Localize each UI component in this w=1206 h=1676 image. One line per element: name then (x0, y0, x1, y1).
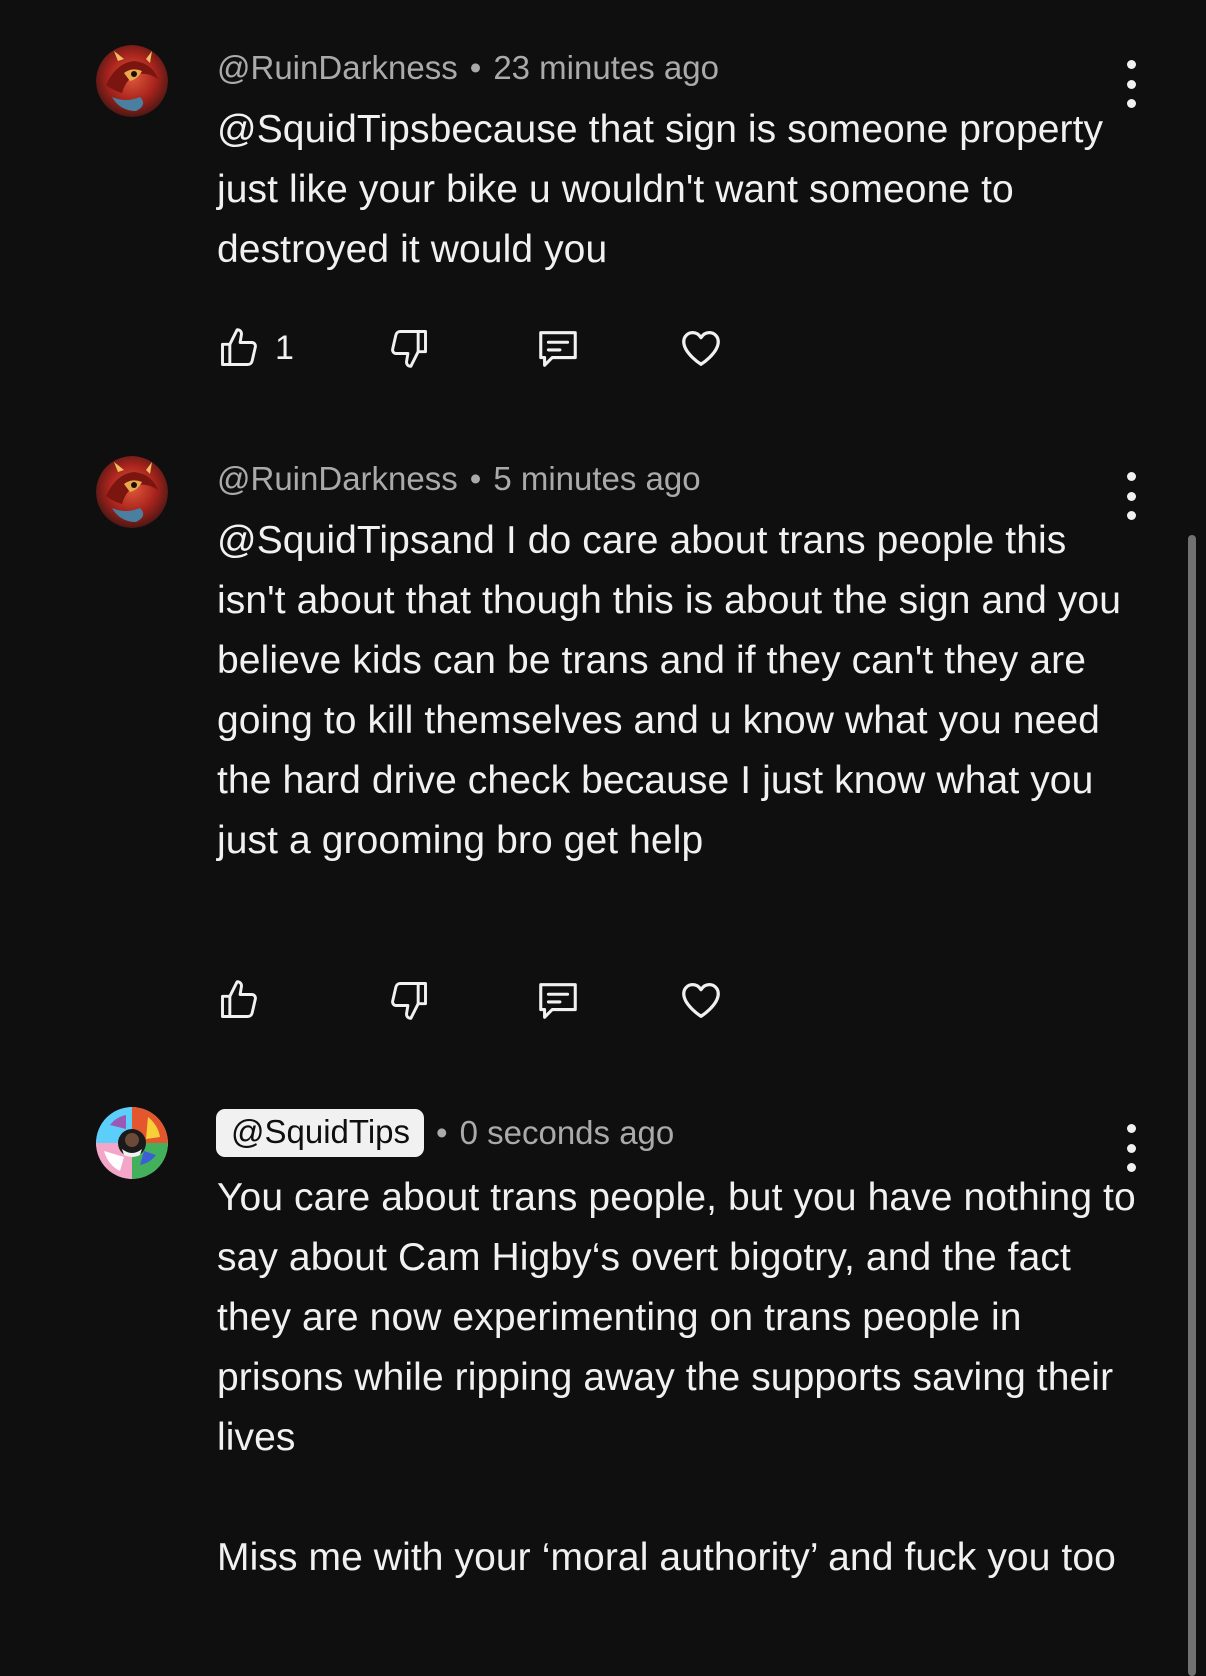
heart-icon (682, 331, 720, 366)
thumbs-down-icon (391, 982, 427, 1020)
heart-icon (682, 983, 720, 1018)
comment-text: @SquidTipsand I do care about trans peop… (217, 519, 1132, 862)
heart-button[interactable] (678, 320, 724, 376)
comment-actions (217, 972, 777, 1028)
reply-button[interactable] (535, 972, 581, 1028)
like-button[interactable] (217, 972, 275, 1028)
reply-button[interactable] (535, 320, 581, 376)
more-dot (1126, 1143, 1136, 1153)
comment-author-highlighted[interactable]: @SquidTips (216, 1109, 425, 1157)
avatar[interactable] (96, 45, 168, 117)
thumbs-down-icon (391, 330, 427, 368)
reply-icon (539, 983, 577, 1019)
dragon-avatar-icon (96, 45, 168, 117)
comment-author[interactable]: @RuinDarkness (217, 49, 458, 87)
comment-timestamp[interactable]: 23 minutes ago (493, 49, 719, 87)
meta-separator: • (469, 460, 482, 497)
more-dot (1126, 79, 1136, 89)
comment-meta: @RuinDarkness • 23 minutes ago (217, 48, 719, 88)
thumbs-up-icon (221, 328, 257, 366)
like-count: 1 (275, 328, 294, 367)
thumbs-up-icon (221, 980, 257, 1018)
avatar[interactable] (96, 456, 168, 528)
meta-separator: • (436, 1114, 448, 1151)
comment-meta: @RuinDarkness • 5 minutes ago (217, 459, 701, 499)
comment-author[interactable]: @RuinDarkness (217, 460, 458, 498)
comment-meta: @SquidTips • 0 seconds ago (216, 1109, 675, 1157)
dragon-avatar-icon (96, 456, 168, 528)
comment-timestamp[interactable]: 5 minutes ago (493, 460, 700, 498)
more-vertical-icon (1126, 1124, 1136, 1133)
dislike-button[interactable] (387, 972, 431, 1028)
reply-icon (539, 331, 577, 367)
more-vertical-icon (1126, 60, 1136, 69)
scrollbar[interactable] (1188, 535, 1196, 1676)
heart-button[interactable] (678, 972, 724, 1028)
comment-text: @SquidTipsbecause that sign is someone p… (217, 108, 1115, 271)
avatar[interactable] (96, 1107, 168, 1179)
dislike-button[interactable] (387, 320, 431, 376)
more-dot (1126, 491, 1136, 501)
like-button[interactable]: 1 (217, 320, 294, 376)
comment-timestamp[interactable]: 0 seconds ago (460, 1114, 675, 1152)
pride-flag-avatar-icon (96, 1107, 168, 1179)
more-vertical-icon (1126, 472, 1136, 481)
meta-separator: • (469, 49, 482, 86)
comment-more-button[interactable] (1118, 1124, 1144, 1172)
comment-text: You care about trans people, but you hav… (217, 1176, 1136, 1579)
comment-actions: 1 (217, 320, 777, 376)
